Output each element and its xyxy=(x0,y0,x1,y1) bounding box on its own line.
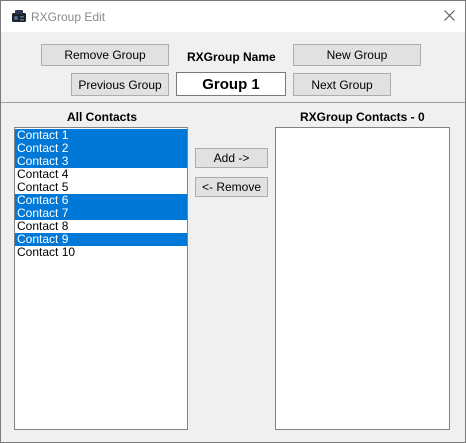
rxgroup-contacts-listbox[interactable] xyxy=(275,127,450,430)
new-group-button[interactable]: New Group xyxy=(293,44,421,66)
all-contacts-heading: All Contacts xyxy=(67,110,138,124)
rxgroup-name-label: RXGroup Name xyxy=(187,50,276,64)
rxgroup-edit-window: RXGroup Edit Remove Group RXGroup Name N… xyxy=(0,0,466,443)
close-icon xyxy=(443,9,455,24)
close-button[interactable] xyxy=(433,1,465,32)
group-name-field[interactable]: Group 1 xyxy=(176,72,286,96)
remove-group-button[interactable]: Remove Group xyxy=(41,44,169,66)
window-title: RXGroup Edit xyxy=(31,10,106,24)
title-bar: RXGroup Edit xyxy=(1,1,465,32)
rxgroup-contacts-heading: RXGroup Contacts - 0 xyxy=(300,110,425,124)
previous-group-button[interactable]: Previous Group xyxy=(71,73,169,96)
header-separator xyxy=(1,102,465,103)
next-group-button[interactable]: Next Group xyxy=(293,73,391,96)
remove-button[interactable]: <- Remove xyxy=(195,177,268,197)
all-contacts-listbox[interactable]: Contact 1 Contact 2 Contact 3 Contact 4 Cont… xyxy=(14,127,188,430)
list-item[interactable]: Contact 10 xyxy=(15,246,187,259)
add-button[interactable]: Add -> xyxy=(195,148,268,168)
radio-app-icon xyxy=(10,9,28,23)
